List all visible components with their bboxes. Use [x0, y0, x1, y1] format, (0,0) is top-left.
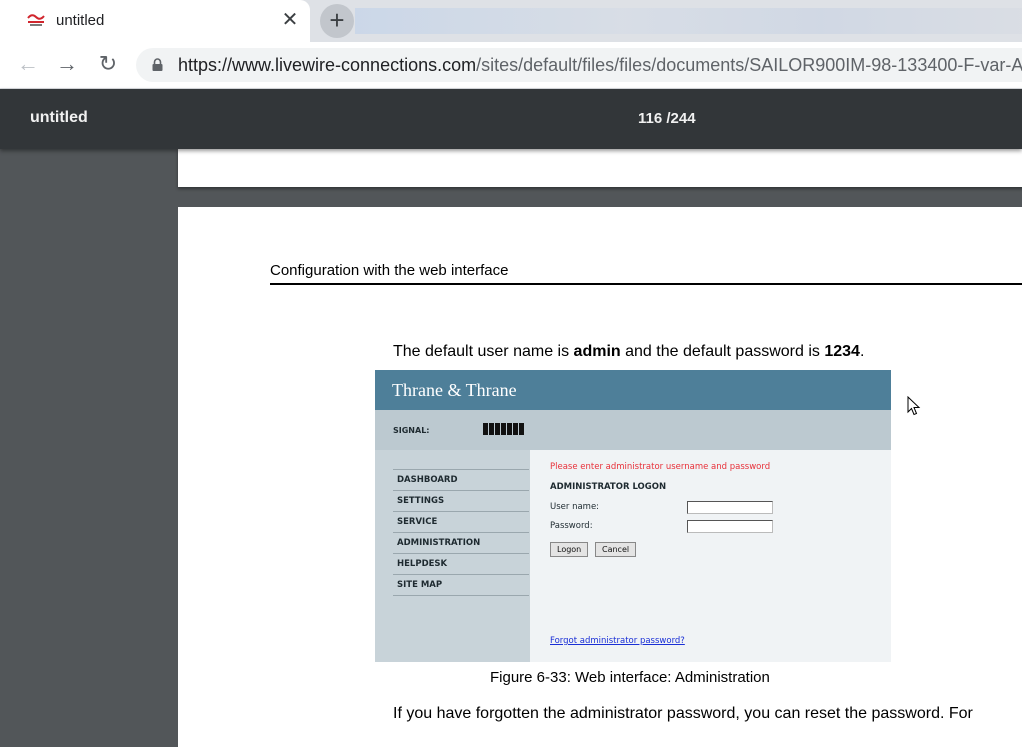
figure-sidebar: DASHBOARD SETTINGS SERVICE ADMINISTRATIO… [375, 450, 530, 662]
back-arrow-icon[interactable]: ← [14, 50, 42, 78]
intro-paragraph: The default user name is admin and the d… [393, 343, 864, 361]
heading-rule [270, 283, 1022, 285]
figure-main: Please enter administrator username and … [530, 450, 891, 662]
url-host: https://www.livewire-connections.com [178, 55, 477, 75]
lock-icon[interactable] [152, 58, 163, 71]
figure-password-label: Password: [550, 521, 593, 531]
figure-cancel-button: Cancel [595, 542, 637, 557]
signal-bar: SIGNAL: [375, 410, 891, 450]
figure-screenshot: Thrane & Thrane SIGNAL: DASHBOARD SETTIN… [375, 370, 891, 662]
figure-menu-service: SERVICE [393, 511, 529, 532]
previous-page [178, 149, 1022, 187]
close-icon[interactable]: ✕ [279, 9, 301, 31]
pdf-page: Configuration with the web interface The… [178, 207, 1022, 747]
pdf-viewer[interactable]: Configuration with the web interface The… [0, 149, 1022, 747]
intro-text-1: The default user name is [393, 343, 574, 360]
figure-menu-administration: ADMINISTRATION [393, 532, 529, 553]
intro-text-2: and the default password is [620, 343, 825, 360]
address-bar[interactable]: https://www.livewire-connections.com/sit… [136, 48, 1022, 82]
figure-password-field [687, 520, 773, 533]
figure-menu-settings: SETTINGS [393, 490, 529, 511]
tab-title: untitled [56, 12, 105, 29]
url-text[interactable]: https://www.livewire-connections.com/sit… [178, 55, 1022, 76]
figure-logon-title: ADMINISTRATOR LOGON [550, 482, 667, 492]
figure-menu-site-map: SITE MAP [393, 574, 529, 596]
new-tab-button[interactable]: + [320, 4, 354, 38]
figure-header: Thrane & Thrane [375, 370, 891, 410]
figure-error-message: Please enter administrator username and … [550, 462, 771, 472]
pdf-title: untitled [30, 109, 88, 126]
intro-text-3: . [859, 343, 865, 360]
browser-toolbar: ← → ↻ https://www.livewire-connections.c… [0, 42, 1022, 89]
site-favicon-icon [26, 12, 46, 28]
figure-username-field [687, 501, 773, 514]
mouse-cursor-icon [907, 396, 921, 416]
forward-arrow-icon[interactable]: → [53, 50, 81, 78]
figure-menu-dashboard: DASHBOARD [393, 469, 529, 490]
active-tab[interactable]: untitled ✕ [0, 0, 310, 42]
brand-logo: Thrane & Thrane [392, 380, 517, 400]
default-username: admin [573, 343, 621, 360]
figure-menu-helpdesk: HELPDESK [393, 553, 529, 574]
default-password: 1234 [824, 343, 860, 360]
reload-icon[interactable]: ↻ [94, 50, 122, 78]
figure-username-label: User name: [550, 502, 600, 512]
page-indicator[interactable]: 116 /244 [638, 110, 696, 127]
figure-logon-button: Logon [550, 542, 589, 557]
signal-label: SIGNAL: [393, 426, 430, 435]
url-path: /sites/default/files/files/documents/SAI… [476, 55, 1022, 75]
pdf-toolbar: untitled 116 /244 [0, 89, 1022, 149]
figure-caption: Figure 6-33: Web interface: Administrati… [490, 669, 770, 686]
figure-menu: DASHBOARD SETTINGS SERVICE ADMINISTRATIO… [393, 469, 529, 596]
section-heading: Configuration with the web interface [270, 262, 509, 279]
signal-strength-icon [483, 423, 524, 435]
tab-strip: untitled ✕ + [0, 0, 1022, 42]
figure-forgot-link: Forgot administrator password? [550, 636, 685, 646]
background-tabs [355, 8, 1022, 34]
body-paragraph: If you have forgotten the administrator … [393, 705, 973, 722]
